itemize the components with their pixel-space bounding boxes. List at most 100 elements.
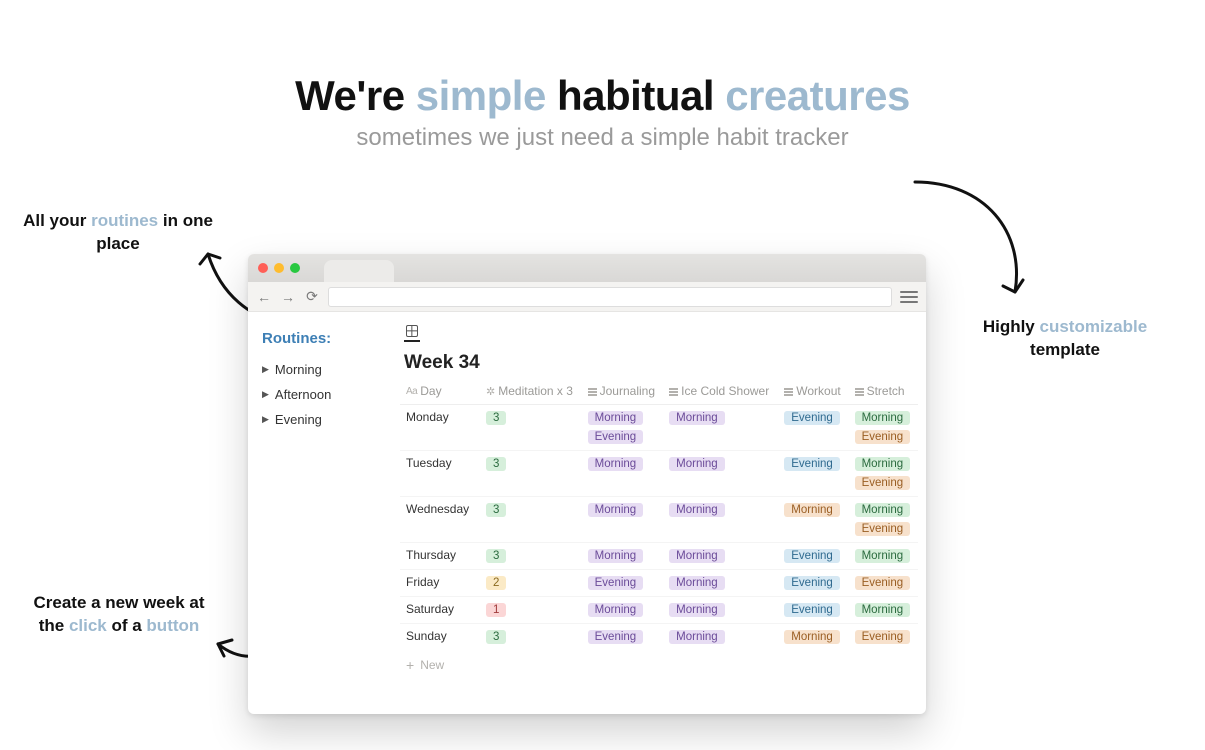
tag[interactable]: Evening — [784, 576, 840, 590]
column-label: Meditation x 3 — [498, 384, 573, 398]
tag[interactable]: Evening — [588, 630, 644, 644]
menu-icon[interactable] — [900, 290, 918, 304]
sidebar-item-label: Afternoon — [275, 387, 331, 402]
table-row[interactable]: Saturday 1 Morning Morning Evening Morning — [400, 597, 918, 624]
triangle-icon: ▶ — [262, 389, 269, 400]
cell: Morning Evening — [582, 405, 664, 451]
browser-tab[interactable] — [324, 260, 394, 282]
tag[interactable]: Evening — [855, 522, 911, 536]
view-tab-table[interactable] — [404, 322, 420, 342]
table-row[interactable]: Sunday3EveningMorningMorningEvening — [400, 624, 918, 651]
cell: 3 — [480, 451, 582, 497]
tag[interactable]: Morning — [588, 503, 644, 517]
tag[interactable]: Morning — [669, 457, 725, 471]
address-bar[interactable] — [328, 287, 892, 307]
tag[interactable]: 3 — [486, 457, 506, 471]
tag[interactable]: 3 — [486, 630, 506, 644]
cell: Evening — [849, 624, 918, 651]
tag[interactable]: Morning — [855, 411, 911, 425]
table-row[interactable]: Wednesday3MorningMorningMorningMorningEv… — [400, 497, 918, 543]
triangle-icon: ▶ — [262, 414, 269, 425]
tag[interactable]: Morning — [669, 603, 725, 617]
tag[interactable]: Morning — [588, 603, 644, 617]
tag[interactable]: 2 — [486, 576, 506, 590]
list-icon — [669, 388, 678, 396]
sidebar-item-evening[interactable]: ▶ Evening — [262, 407, 384, 432]
tag[interactable]: Evening — [784, 457, 840, 471]
tag[interactable]: Morning — [855, 503, 911, 517]
tag[interactable]: Evening — [855, 476, 911, 490]
cell: 2 — [480, 570, 582, 597]
tag[interactable]: Morning — [669, 576, 725, 590]
cell: Morning — [663, 451, 778, 497]
table-icon — [406, 325, 418, 337]
tag[interactable]: Morning — [588, 411, 644, 425]
column-header[interactable]: Stretch — [849, 378, 918, 405]
cell: 3 — [480, 497, 582, 543]
tag[interactable]: Evening — [588, 430, 644, 444]
table-row[interactable]: Monday3MorningEveningMorningEveningMorni… — [400, 405, 918, 451]
column-header[interactable]: Ice Cold Shower — [663, 378, 778, 405]
cell: 3 — [480, 624, 582, 651]
column-label: Ice Cold Shower — [681, 384, 769, 398]
tag[interactable]: Morning — [669, 503, 725, 517]
day-cell: Thursday — [400, 543, 480, 570]
column-label: Stretch — [867, 384, 905, 398]
cell: Evening — [778, 405, 848, 451]
tag[interactable]: Morning — [855, 549, 911, 563]
sidebar-item-afternoon[interactable]: ▶ Afternoon — [262, 382, 384, 407]
tag[interactable]: Evening — [784, 603, 840, 617]
tag[interactable]: 3 — [486, 503, 506, 517]
cell: 1 — [480, 597, 582, 624]
cell: Morning — [663, 497, 778, 543]
cell: Morning — [663, 624, 778, 651]
column-header[interactable]: Workout — [778, 378, 848, 405]
tag[interactable]: Evening — [855, 430, 911, 444]
column-header[interactable]: AaDay — [400, 378, 480, 405]
tag[interactable]: Morning — [784, 503, 840, 517]
text-icon: Aa — [406, 386, 417, 397]
back-icon[interactable]: ← — [256, 289, 272, 305]
tag[interactable]: Morning — [669, 411, 725, 425]
table-row[interactable]: Tuesday 3 Morning Morning Evening Morning Even… — [400, 451, 918, 497]
browser-tabbar — [248, 254, 926, 282]
tag[interactable]: Morning — [784, 630, 840, 644]
add-row-button[interactable]: + New — [400, 650, 918, 680]
tag[interactable]: Evening — [784, 549, 840, 563]
window-zoom-icon[interactable] — [290, 263, 300, 273]
column-header[interactable]: Journaling — [582, 378, 664, 405]
callout-routines: All your routines in one place — [18, 210, 218, 256]
window-close-icon[interactable] — [258, 263, 268, 273]
sidebar-item-label: Morning — [275, 362, 322, 377]
table-row[interactable]: Friday2EveningMorningEveningEvening — [400, 570, 918, 597]
window-minimize-icon[interactable] — [274, 263, 284, 273]
callout-new-week: Create a new week at the click of a butt… — [24, 592, 214, 638]
tag[interactable]: 3 — [486, 549, 506, 563]
sidebar-title: Routines: — [262, 330, 384, 347]
tag[interactable]: Morning — [669, 630, 725, 644]
reload-icon[interactable]: ⟳ — [304, 288, 320, 305]
tag[interactable]: Morning — [855, 457, 911, 471]
tag[interactable]: 1 — [486, 603, 506, 617]
cell: Morning Evening — [849, 451, 918, 497]
tag[interactable]: Morning — [669, 549, 725, 563]
column-header[interactable]: ✲Meditation x 3 — [480, 378, 582, 405]
tag[interactable]: Morning — [588, 549, 644, 563]
day-cell: Tuesday — [400, 451, 480, 497]
callout-customizable: Highly customizable template — [950, 316, 1180, 362]
tag[interactable]: Evening — [588, 576, 644, 590]
cell: Evening — [778, 597, 848, 624]
tag[interactable]: Morning — [855, 603, 911, 617]
tag[interactable]: Evening — [855, 576, 911, 590]
day-cell: Saturday — [400, 597, 480, 624]
day-cell: Monday — [400, 405, 480, 451]
cell: Morning — [663, 570, 778, 597]
tag[interactable]: Evening — [784, 411, 840, 425]
tag[interactable]: 3 — [486, 411, 506, 425]
sidebar-item-label: Evening — [275, 412, 322, 427]
tag[interactable]: Morning — [588, 457, 644, 471]
table-row[interactable]: Thursday 3 Morning Morning Evening Morning — [400, 543, 918, 570]
tag[interactable]: Evening — [855, 630, 911, 644]
sidebar-item-morning[interactable]: ▶Morning — [262, 357, 384, 382]
forward-icon[interactable]: → — [280, 289, 296, 305]
